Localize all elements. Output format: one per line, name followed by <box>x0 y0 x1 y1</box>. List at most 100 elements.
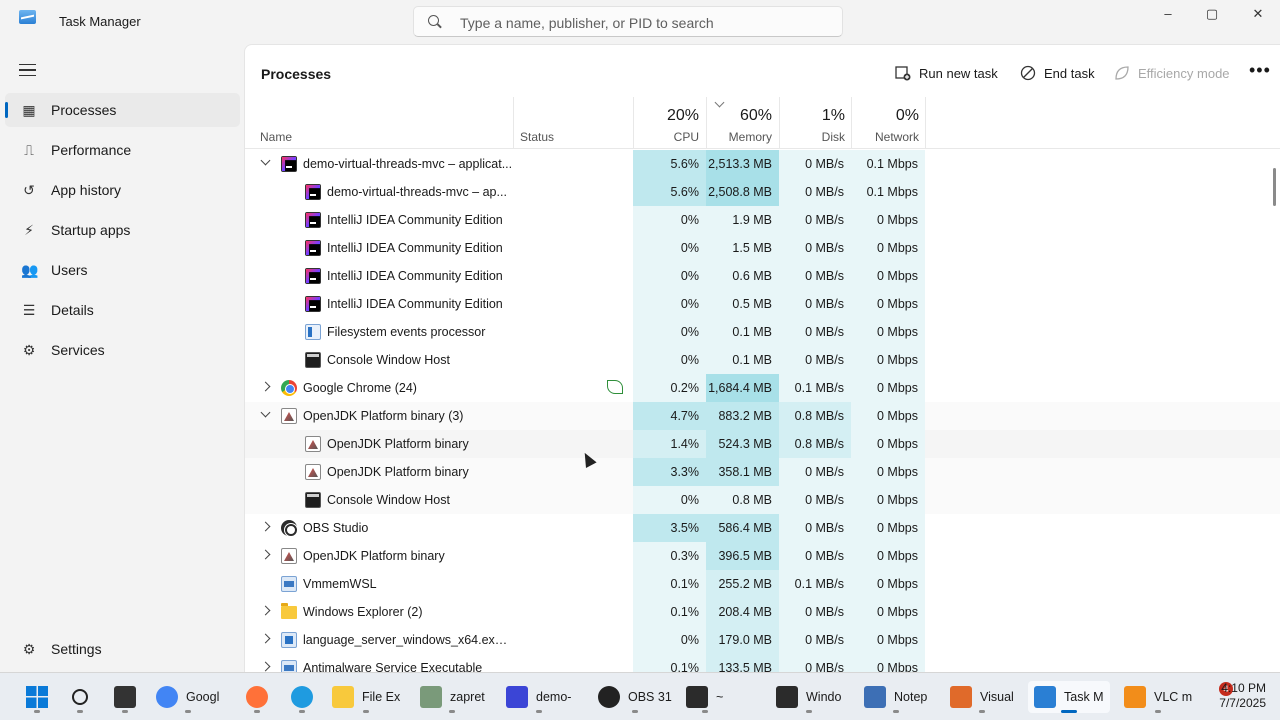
end-task-button[interactable]: End task <box>1020 63 1095 83</box>
taskbar-item-label: File Ex <box>362 690 401 704</box>
sidebar-item-settings[interactable]: ⚙ Settings <box>5 632 240 666</box>
sidebar-item-performance[interactable]: ⎍ Performance <box>5 133 240 167</box>
search-button[interactable] <box>66 681 94 713</box>
process-row[interactable]: IntelliJ IDEA Community Edition 0% 1.5 MB 0… <box>245 234 1280 262</box>
taskbar-zapret[interactable]: zapret <box>414 681 491 713</box>
expand-chevron-icon[interactable] <box>260 521 271 532</box>
expand-chevron-icon[interactable] <box>260 381 271 392</box>
network-value: 0 Mbps <box>851 402 925 430</box>
process-row[interactable]: OpenJDK Platform binary (3) 4.7% 883.2 MB 0… <box>245 402 1280 430</box>
minimize-button[interactable]: – <box>1145 4 1191 28</box>
process-name: OpenJDK Platform binary <box>327 465 469 479</box>
process-row[interactable]: IntelliJ IDEA Community Edition 0% 0.5 MB 0… <box>245 290 1280 318</box>
disk-value: 0 MB/s <box>779 626 851 654</box>
more-options-button[interactable]: ••• <box>1249 60 1271 81</box>
process-row[interactable]: Console Window Host 0% 0.8 MB 0 MB/s 0 Mbps <box>245 486 1280 514</box>
sidebar-item-services[interactable]: ⚙ Services <box>5 333 240 367</box>
taskbar-visual[interactable]: Visual <box>944 681 1020 713</box>
sidebar-item-startup-apps[interactable]: ⚡ Startup apps <box>5 213 240 247</box>
process-row[interactable]: Filesystem events processor 0% 0.1 MB 0 MB/… <box>245 318 1280 346</box>
task-view-button[interactable] <box>108 681 142 713</box>
expand-chevron-icon[interactable] <box>260 407 271 418</box>
taskbar-item-label: Googl <box>186 690 220 704</box>
expand-chevron-icon[interactable] <box>260 605 271 616</box>
column-header-name[interactable]: Name <box>260 130 292 144</box>
process-row[interactable]: IntelliJ IDEA Community Edition 0% 1.9 MB 0… <box>245 206 1280 234</box>
run-new-task-label: Run new task <box>919 65 998 81</box>
process-row[interactable]: OpenJDK Platform binary 0.3% 396.5 MB 0 MB/… <box>245 542 1280 570</box>
taskbar-firefox[interactable] <box>240 681 274 713</box>
column-header-memory[interactable]: Memory <box>706 130 772 144</box>
processes-panel: Processes Run new task End task Efficien… <box>244 44 1280 672</box>
taskbar-file-explorer[interactable]: File Ex <box>326 681 406 713</box>
column-header-network[interactable]: Network <box>851 130 919 144</box>
end-task-icon <box>1020 65 1036 81</box>
taskbar-intellij[interactable]: demo- <box>500 681 577 713</box>
network-value: 0 Mbps <box>851 430 925 458</box>
taskbar-obs[interactable]: OBS 31 <box>592 681 678 713</box>
taskbar-task-manager[interactable]: Task M <box>1028 681 1110 713</box>
process-row[interactable]: Google Chrome (24) 0.2% 1,684.4 MB 0.1 MB/s… <box>245 374 1280 402</box>
sidebar-item-app-history[interactable]: ↺ App history <box>5 173 240 207</box>
memory-value: 0.1 MB <box>706 318 779 346</box>
taskbar-edge[interactable] <box>285 681 319 713</box>
network-value: 0 Mbps <box>851 458 925 486</box>
disk-value: 0 MB/s <box>779 262 851 290</box>
efficiency-mode-leaf-icon <box>607 380 623 394</box>
process-name: IntelliJ IDEA Community Edition <box>327 241 503 255</box>
memory-value: 586.4 MB <box>706 514 779 542</box>
process-name: demo-virtual-threads-mvc – ap... <box>327 185 507 199</box>
hamburger-menu-icon[interactable] <box>19 64 36 76</box>
running-indicator <box>535 710 542 713</box>
process-row[interactable]: OpenJDK Platform binary 1.4% 524.3 MB 0.8 M… <box>245 430 1280 458</box>
taskbar-windows-terminal[interactable]: Windo <box>770 681 847 713</box>
cpu-value: 0.1% <box>633 598 706 626</box>
sidebar-item-processes[interactable]: ▦ Processes <box>5 93 240 127</box>
process-row[interactable]: Antimalware Service Executable 0.1% 133.5 … <box>245 654 1280 672</box>
restore-button[interactable]: ▢ <box>1189 4 1235 28</box>
sidebar-item-users[interactable]: 👥 Users <box>5 253 240 287</box>
expand-chevron-icon[interactable] <box>260 633 271 644</box>
column-header-cpu[interactable]: CPU <box>633 130 699 144</box>
search-input[interactable]: Type a name, publisher, or PID to search <box>413 6 843 37</box>
search-icon <box>72 689 88 705</box>
process-row[interactable]: VmmemWSL 0.1% 255.2 MB 0.1 MB/s 0 Mbps <box>245 570 1280 598</box>
sidebar-item-label: Services <box>51 342 105 358</box>
expand-chevron-icon[interactable] <box>260 155 271 166</box>
taskbar-vlc[interactable]: VLC m <box>1118 681 1198 713</box>
efficiency-mode-button[interactable]: Efficiency mode <box>1114 63 1230 83</box>
process-row[interactable]: OBS Studio 3.5% 586.4 MB 0 MB/s 0 Mbps <box>245 514 1280 542</box>
process-row[interactable]: language_server_windows_x64.exe (2) 0% 179… <box>245 626 1280 654</box>
windows-logo-icon <box>26 686 48 708</box>
process-row[interactable]: Console Window Host 0% 0.1 MB 0 MB/s 0 Mbps <box>245 346 1280 374</box>
close-button[interactable]: ✕ <box>1235 4 1280 28</box>
process-row[interactable]: demo-virtual-threads-mvc – applicat... 5.… <box>245 150 1280 178</box>
sidebar-item-details[interactable]: ☰ Details <box>5 293 240 327</box>
taskbar-terminal[interactable]: ~ <box>680 681 729 713</box>
process-row[interactable]: IntelliJ IDEA Community Edition 0% 0.6 MB 0… <box>245 262 1280 290</box>
start-button[interactable] <box>20 681 54 713</box>
cpu-total-percent[interactable]: 20% <box>633 107 699 125</box>
startup-apps-icon: ⚡ <box>24 222 34 238</box>
process-row[interactable]: OpenJDK Platform binary 3.3% 358.1 MB 0 MB/… <box>245 458 1280 486</box>
expand-chevron-icon[interactable] <box>260 549 271 560</box>
system-clock[interactable]: 4:10 PM 7/7/2025 <box>1200 681 1266 711</box>
console-icon <box>305 492 321 508</box>
taskbar-chrome[interactable]: Googl <box>150 681 225 713</box>
memory-total-percent[interactable]: 60% <box>706 107 772 125</box>
users-icon: 👥 <box>21 262 39 278</box>
expand-chevron-icon[interactable] <box>260 661 271 672</box>
column-header-disk[interactable]: Disk <box>779 130 845 144</box>
process-row[interactable]: Windows Explorer (2) 0.1% 208.4 MB 0 MB/s 0 … <box>245 598 1280 626</box>
process-row[interactable]: demo-virtual-threads-mvc – ap... 5.6% 2,50… <box>245 178 1280 206</box>
memory-value: 0.1 MB <box>706 346 779 374</box>
scrollbar-thumb[interactable] <box>1273 168 1276 206</box>
network-value: 0 Mbps <box>851 514 925 542</box>
title-bar: Task Manager Type a name, publisher, or … <box>0 0 1280 44</box>
disk-total-percent[interactable]: 1% <box>779 107 845 125</box>
column-header-status[interactable]: Status <box>520 130 554 144</box>
vertical-scrollbar[interactable] <box>1273 150 1277 670</box>
network-total-percent[interactable]: 0% <box>851 107 919 125</box>
run-new-task-button[interactable]: Run new task <box>895 63 998 83</box>
taskbar-notepad[interactable]: Notep <box>858 681 933 713</box>
